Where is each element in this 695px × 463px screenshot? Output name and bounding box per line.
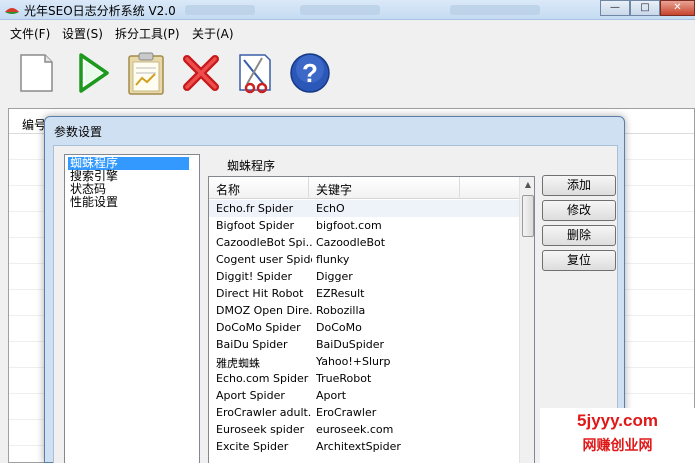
spider-name: Excite Spider	[216, 440, 289, 453]
title-bar-blur	[450, 5, 540, 15]
title-bar-blur	[185, 5, 255, 15]
list-item[interactable]: BaiDu Spider BaiDuSpider	[209, 336, 519, 353]
list-header: 名称 关键字	[209, 177, 519, 199]
column-header-name[interactable]: 名称	[216, 181, 240, 198]
column-header-keyword[interactable]: 关键字	[316, 181, 352, 198]
spider-keyword: EchO	[316, 202, 345, 215]
app-logo-icon	[5, 8, 19, 14]
toolbar: ?	[0, 44, 695, 102]
spider-keyword: Digger	[316, 270, 353, 283]
spider-name: DMOZ Open Dire...	[216, 304, 312, 317]
maximize-button[interactable]: □	[630, 0, 660, 16]
list-item[interactable]: DoCoMo Spider DoCoMo	[209, 319, 519, 336]
svg-text:?: ?	[302, 58, 318, 88]
spider-keyword: Robozilla	[316, 304, 366, 317]
edit-button[interactable]: 修改	[542, 200, 616, 221]
run-icon[interactable]	[71, 50, 115, 96]
spider-name: Direct Hit Robot	[216, 287, 304, 300]
settings-dialog: 参数设置 蜘蛛程序 搜索引擎 状态码 性能设置 蜘蛛程序 名称 关键字 Echo…	[44, 116, 625, 463]
spider-name: Diggit! Spider	[216, 270, 293, 283]
spider-keyword: bigfoot.com	[316, 219, 382, 232]
menu-file[interactable]: 文件(F)	[10, 25, 50, 42]
section-label: 蜘蛛程序	[227, 159, 276, 173]
spider-name: DoCoMo Spider	[216, 321, 301, 334]
spider-keyword: flunky	[316, 253, 350, 266]
spider-keyword: Yahoo!+Slurp	[316, 355, 391, 368]
title-bar-blur	[300, 5, 380, 15]
dialog-title: 参数设置	[54, 125, 103, 139]
spider-keyword: BaiDuSpider	[316, 338, 385, 351]
column-separator[interactable]	[459, 177, 460, 199]
menu-split-tools[interactable]: 拆分工具(P)	[115, 25, 180, 42]
spider-keyword: Aport	[316, 389, 347, 402]
spider-keyword: TrueRobot	[316, 372, 372, 385]
column-header-number[interactable]: 编号	[22, 116, 46, 133]
watermark-domain: 5jyyy.com	[577, 411, 658, 430]
spider-keyword: ArchitextSpider	[316, 440, 401, 453]
list-item[interactable]: Euroseek spider euroseek.com	[209, 421, 519, 438]
dialog-body: 蜘蛛程序 搜索引擎 状态码 性能设置 蜘蛛程序 名称 关键字 Echo.fr S…	[53, 145, 618, 463]
spider-name: BaiDu Spider	[216, 338, 288, 351]
site-watermark: 5jyyy.com 网赚创业网	[540, 408, 695, 463]
spider-name: Cogent user Spider	[216, 253, 312, 266]
list-item[interactable]: Aport Spider Aport	[209, 387, 519, 404]
column-separator[interactable]	[308, 177, 309, 199]
vertical-scrollbar[interactable]: ▲	[519, 177, 534, 463]
list-item[interactable]: Echo.fr Spider EchO	[209, 200, 519, 217]
spider-name: Echo.com Spider	[216, 372, 309, 385]
scroll-thumb[interactable]	[522, 195, 534, 237]
menu-about[interactable]: 关于(A)	[192, 25, 234, 42]
list-item[interactable]: Echo.com Spider TrueRobot	[209, 370, 519, 387]
new-file-icon[interactable]	[14, 50, 58, 96]
spider-name: Aport Spider	[216, 389, 285, 402]
settings-tree: 蜘蛛程序 搜索引擎 状态码 性能设置	[64, 154, 200, 463]
reset-button[interactable]: 复位	[542, 250, 616, 271]
list-item[interactable]: Diggit! Spider Digger	[209, 268, 519, 285]
minimize-button[interactable]: —	[600, 0, 630, 16]
list-item[interactable]: CazoodleBot Spi... CazoodleBot	[209, 234, 519, 251]
list-item[interactable]: Cogent user Spider flunky	[209, 251, 519, 268]
menu-settings[interactable]: 设置(S)	[62, 25, 103, 42]
list-item[interactable]: DMOZ Open Dire... Robozilla	[209, 302, 519, 319]
spider-keyword: DoCoMo	[316, 321, 362, 334]
spider-keyword: EZResult	[316, 287, 365, 300]
scroll-up-icon[interactable]: ▲	[522, 178, 534, 192]
window-title: 光年SEO日志分析系统 V2.0	[24, 4, 176, 18]
list-item[interactable]: Direct Hit Robot EZResult	[209, 285, 519, 302]
spider-name: 雅虎蜘蛛	[216, 357, 260, 370]
spider-keyword: CazoodleBot	[316, 236, 386, 249]
list-item[interactable]: 雅虎蜘蛛 Yahoo!+Slurp	[209, 353, 519, 370]
spider-keyword: EroCrawler	[316, 406, 377, 419]
spider-name: CazoodleBot Spi...	[216, 236, 312, 249]
spider-keyword: euroseek.com	[316, 423, 394, 436]
spider-name: Bigfoot Spider	[216, 219, 295, 232]
add-button[interactable]: 添加	[542, 175, 616, 196]
close-button[interactable]: ✕	[660, 0, 695, 16]
spider-name: Echo.fr Spider	[216, 202, 294, 215]
spider-name: Euroseek spider	[216, 423, 305, 436]
clipboard-report-icon[interactable]	[124, 50, 168, 96]
split-tool-icon[interactable]	[235, 50, 279, 96]
spider-list: 名称 关键字 Echo.fr Spider EchO Bigfoot Spider b…	[208, 176, 535, 463]
title-bar: 光年SEO日志分析系统 V2.0 — □ ✕	[0, 0, 695, 20]
spider-name: EroCrawler adult...	[216, 406, 312, 419]
delete-icon[interactable]	[179, 50, 223, 96]
help-icon[interactable]: ?	[288, 50, 332, 96]
list-item[interactable]: EroCrawler adult... EroCrawler	[209, 404, 519, 421]
list-item[interactable]: Bigfoot Spider bigfoot.com	[209, 217, 519, 234]
main-window: 光年SEO日志分析系统 V2.0 — □ ✕ 文件(F) 设置(S) 拆分工具(…	[0, 0, 695, 463]
tree-item-performance[interactable]: 性能设置	[68, 196, 120, 209]
menu-bar: 文件(F) 设置(S) 拆分工具(P) 关于(A)	[0, 21, 695, 43]
list-item[interactable]: Excite Spider ArchitextSpider	[209, 438, 519, 455]
delete-button[interactable]: 删除	[542, 225, 616, 246]
watermark-site-name: 网赚创业网	[582, 438, 653, 454]
